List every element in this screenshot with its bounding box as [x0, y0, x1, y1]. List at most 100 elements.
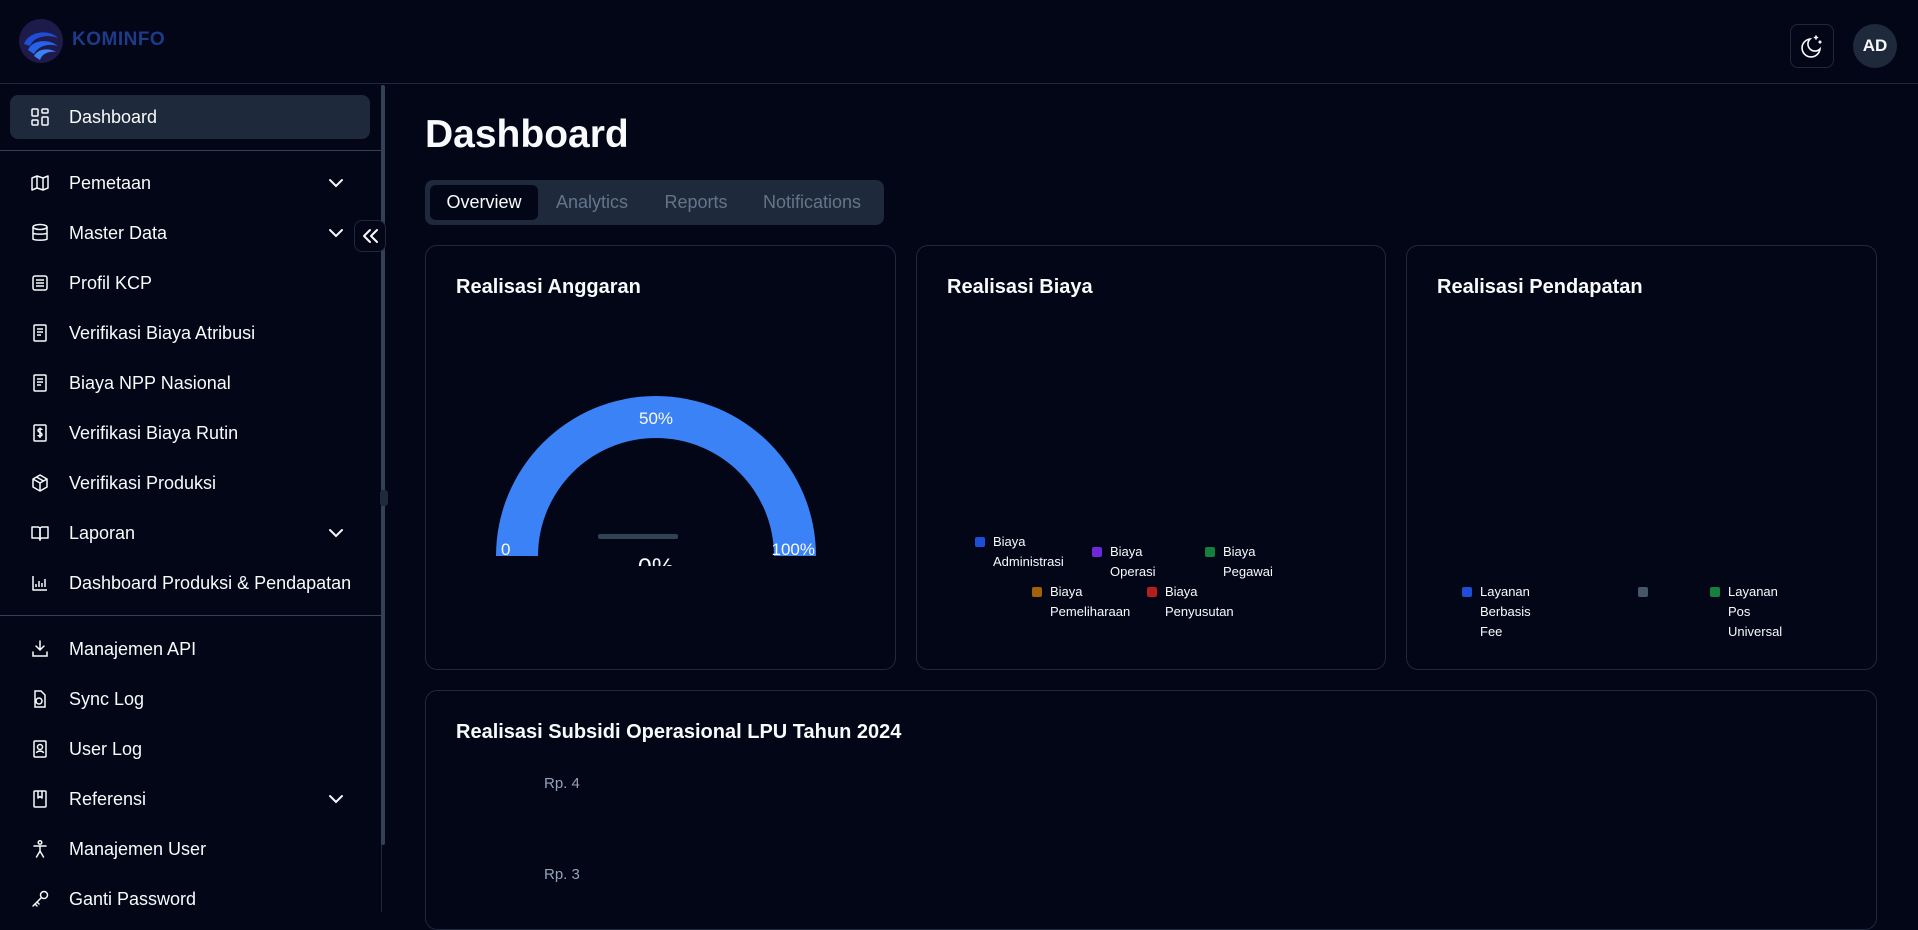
sync-file-icon — [34, 690, 46, 708]
top-bar: KOMINFO AD — [0, 0, 1918, 84]
legend-label: Biaya Pegawai — [1223, 544, 1273, 579]
legend-label: Layanan Pos — [1728, 584, 1778, 619]
sidebar-item-label: Ganti Password — [69, 888, 197, 909]
legend-swatch — [1092, 547, 1102, 557]
card-realisasi-subsidi: Realisasi Subsidi Operasional LPU Tahun … — [425, 690, 1877, 930]
legend-swatch — [1032, 587, 1042, 597]
theme-toggle-button[interactable] — [1790, 24, 1834, 68]
sidebar-item-dashboard[interactable]: Dashboard — [10, 95, 370, 139]
legend-label: Biaya Operasi — [1110, 544, 1156, 579]
sidebar-item-manajemen-api[interactable]: Manajemen API — [10, 627, 370, 671]
sidebar-item-sync-log[interactable]: Sync Log — [10, 677, 370, 721]
legend-swatch — [975, 537, 985, 547]
sidebar-item-ganti-password[interactable]: Ganti Password — [10, 877, 370, 921]
document-icon — [33, 374, 47, 392]
sidebar-item-label: Profil KCP — [69, 272, 153, 293]
sidebar-divider — [0, 150, 382, 151]
card-title: Realisasi Subsidi Operasional LPU Tahun … — [456, 721, 902, 743]
y-tick-label: Rp. 4 — [544, 775, 580, 792]
document-icon — [33, 324, 47, 342]
sidebar-scrollbar[interactable] — [381, 85, 385, 845]
sidebar-item-label: Verifikasi Produksi — [69, 472, 217, 493]
sidebar-item-label: Verifikasi Biaya Rutin — [69, 422, 239, 443]
database-icon — [32, 223, 48, 241]
sidebar-item-label: Dashboard Produksi & Pendapatan — [69, 572, 352, 593]
tab-bar: Overview Analytics Reports Notifications — [425, 180, 884, 225]
key-icon — [32, 890, 49, 907]
sidebar-item-laporan[interactable]: Laporan — [10, 511, 370, 555]
sidebar-item-verifikasi-biaya-atribusi[interactable]: Verifikasi Biaya Atribusi — [10, 311, 370, 355]
sidebar-item-pemetaan[interactable]: Pemetaan — [10, 161, 370, 205]
chevrons-left-icon — [363, 229, 378, 243]
sidebar-item-label: Biaya NPP Nasional — [69, 372, 231, 393]
sidebar-item-label: User Log — [69, 738, 143, 759]
legend-label: Universal — [1728, 624, 1783, 639]
sidebar-item-referensi[interactable]: Referensi — [10, 777, 370, 821]
book-icon — [31, 526, 49, 541]
gauge-label-max: 100% — [772, 540, 815, 559]
sidebar-item-label: Sync Log — [69, 688, 145, 709]
legend-item[interactable]: Biaya Pemeliharaan — [1032, 582, 1130, 622]
legend-item[interactable]: Layanan Berbasis Fee — [1462, 582, 1531, 642]
sidebar-item-label: Master Data — [69, 222, 168, 243]
tab-overview[interactable]: Overview — [430, 185, 538, 220]
sidebar-item-user-log[interactable]: User Log — [10, 727, 370, 771]
gauge-value: 0% — [638, 554, 674, 566]
card-realisasi-biaya: Realisasi Biaya Biaya Administrasi Biaya … — [916, 245, 1386, 670]
legend-label: Pemeliharaan — [1050, 604, 1131, 619]
dashboard-icon — [31, 108, 49, 126]
card-title: Realisasi Anggaran — [456, 276, 641, 298]
package-icon — [32, 474, 48, 492]
collapse-sidebar-button[interactable] — [354, 220, 386, 252]
sidebar-item-biaya-npp-nasional[interactable]: Biaya NPP Nasional — [10, 361, 370, 405]
card-title: Realisasi Biaya — [947, 276, 1093, 298]
sidebar-item-verifikasi-biaya-rutin[interactable]: Verifikasi Biaya Rutin — [10, 411, 370, 455]
legend-label: Biaya — [1050, 584, 1083, 599]
legend-swatch — [1710, 587, 1720, 597]
person-icon — [33, 839, 47, 858]
legend-label: Layanan — [1480, 584, 1530, 599]
sidebar-divider — [0, 615, 382, 616]
legend-item[interactable]: Biaya Penyusutan — [1147, 582, 1234, 622]
sidebar-item-label: Verifikasi Biaya Atribusi — [69, 322, 256, 343]
avatar[interactable]: AD — [1853, 24, 1897, 68]
sidebar-item-label: Pemetaan — [69, 172, 152, 193]
chevron-down-icon — [329, 795, 343, 804]
legend-label: Penyusutan — [1165, 604, 1234, 619]
sidebar-item-master-data[interactable]: Master Data — [10, 211, 370, 255]
card-title: Realisasi Pendapatan — [1437, 276, 1643, 298]
chevron-down-icon — [329, 179, 343, 188]
brand-name: KOMINFO — [72, 29, 166, 50]
api-icon — [32, 640, 48, 657]
legend-label: Administrasi — [993, 554, 1064, 569]
legend-swatch — [1147, 587, 1157, 597]
legend-item[interactable] — [1638, 582, 1656, 597]
legend-item[interactable]: Biaya Pegawai — [1205, 542, 1273, 582]
chart-icon — [32, 576, 47, 591]
sidebar-item-dashboard-produksi-pendapatan[interactable]: Dashboard Produksi & Pendapatan — [10, 561, 370, 605]
anggaran-gauge: 50% 0 100% 0% — [496, 396, 816, 566]
gauge-label-min: 0 — [501, 540, 510, 559]
sidebar-item-verifikasi-produksi[interactable]: Verifikasi Produksi — [10, 461, 370, 505]
gauge-label-mid: 50% — [639, 409, 673, 428]
tab-analytics[interactable]: Analytics — [538, 185, 646, 220]
legend-item[interactable]: Layanan Pos Universal — [1710, 582, 1782, 642]
legend-item[interactable]: Biaya Administrasi — [975, 532, 1064, 572]
tab-notifications[interactable]: Notifications — [746, 185, 878, 220]
sidebar-item-label: Laporan — [69, 522, 136, 543]
kominfo-logo-icon — [18, 18, 64, 64]
sidebar-resize-handle[interactable] — [380, 490, 388, 506]
moon-stars-icon — [1801, 35, 1822, 58]
legend-item[interactable]: Biaya Operasi — [1092, 542, 1156, 582]
sidebar-item-manajemen-user[interactable]: Manajemen User — [10, 827, 370, 871]
user-file-icon — [33, 740, 47, 758]
tab-reports[interactable]: Reports — [646, 185, 746, 220]
sidebar-item-label: Manajemen User — [69, 838, 207, 859]
page-title: Dashboard — [425, 113, 629, 156]
sidebar: Dashboard Pemetaan Master Data Profil KC… — [0, 85, 388, 912]
card-realisasi-pendapatan: Realisasi Pendapatan Layanan Berbasis Fee… — [1406, 245, 1877, 670]
sidebar-item-label: Manajemen API — [69, 638, 197, 659]
y-tick-label: Rp. 3 — [544, 866, 580, 883]
chevron-down-icon — [329, 229, 343, 238]
sidebar-item-profil-kcp[interactable]: Profil KCP — [10, 261, 370, 305]
